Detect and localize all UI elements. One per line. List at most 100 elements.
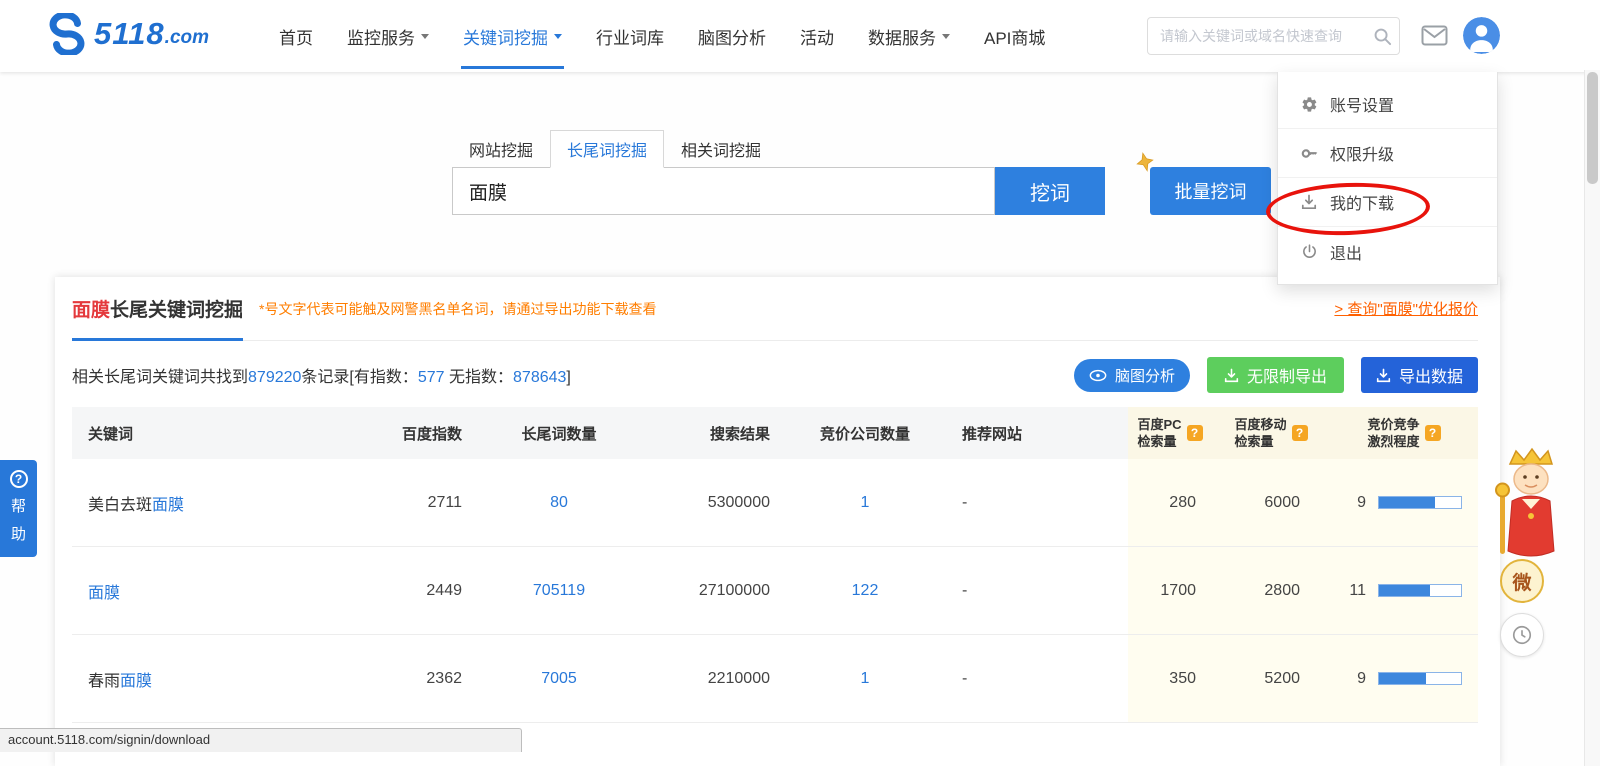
user-avatar[interactable] [1463,17,1500,54]
mining-tabs: 网站挖掘 长尾词挖掘 相关词挖掘 [452,130,778,168]
quick-search-input[interactable] [1148,28,1365,44]
tab-website-mining[interactable]: 网站挖掘 [452,130,550,168]
table-row: 面膜 2449 705119 27100000 122 - 1700 2800 … [72,547,1478,635]
baidu-index-value: 2711 [427,493,462,511]
keyword-link[interactable]: 面膜 [88,579,120,603]
wechat-badge[interactable]: 微 [1500,559,1544,603]
competition-value: 11 [1349,581,1366,599]
keyword-highlight: 面膜 [120,672,153,690]
keywords-table: 关键词 百度指数 长尾词数量 搜索结果 竞价公司数量 推荐网站 百度PC 检索量… [72,407,1478,723]
nav-item-home[interactable]: 首页 [262,0,330,72]
nav-item-monitoring-services[interactable]: 监控服务 [330,0,446,72]
competition-cell: 9 [1330,459,1478,546]
search-results-value: 2210000 [707,669,770,687]
help-badge-icon[interactable]: ? [1186,425,1203,441]
keyword-link[interactable]: 春雨面膜 [88,667,152,691]
export-data-button[interactable]: 导出数据 [1360,357,1478,393]
nav-item-mindmap-analysis[interactable]: 脑图分析 [681,0,783,72]
scrollbar-thumb[interactable] [1587,72,1598,184]
button-label: 脑图分析 [1114,367,1175,385]
mine-words-button[interactable]: 挖词 [995,167,1105,215]
competition-value: 9 [1357,669,1366,687]
nav-item-label: 首页 [279,28,313,48]
menu-item-account-settings[interactable]: 账号设置 [1278,80,1497,129]
results-summary: 相关长尾词关键词共找到879220条记录[有指数：577 无指数：878643] [72,363,571,387]
column-header-pc-volume: 百度PC 检索量 ? [1128,407,1212,459]
history-clock-button[interactable] [1500,613,1544,657]
nav-item-label: 脑图分析 [698,28,766,48]
summary-text: 无指数： [444,369,514,386]
page: 5118 .com 首页 监控服务 关键词挖掘 行业词库 脑图分析 活动 数据服… [0,0,1600,766]
header-line: 激烈程度 [1367,434,1420,449]
bidding-companies-link[interactable]: 122 [852,582,879,600]
scrollbar[interactable] [1584,70,1600,766]
mascot-image[interactable] [1492,446,1556,562]
mindmap-icon [1089,369,1107,382]
mail-icon[interactable] [1421,25,1448,46]
top-navbar: 5118 .com 首页 监控服务 关键词挖掘 行业词库 脑图分析 活动 数据服… [0,0,1600,72]
nav-item-data-services[interactable]: 数据服务 [851,0,967,72]
nav-item-label: 数据服务 [868,28,936,48]
search-results-value: 5300000 [707,493,770,511]
button-label: 无限制导出 [1246,369,1327,386]
help-badge-icon[interactable]: ? [1424,425,1441,441]
nav-item-activities[interactable]: 活动 [783,0,851,72]
longtail-count-link[interactable]: 80 [550,494,568,512]
panel-actions: 脑图分析 无限制导出 导出数据 [1073,357,1478,393]
clock-icon [1511,624,1533,646]
nav-item-label: API商城 [984,28,1046,48]
quick-search [1147,17,1400,55]
keyword-highlight: 面膜 [88,584,121,602]
search-icon[interactable] [1365,27,1399,46]
results-panel: 面膜 长尾关键词挖掘 *号文字代表可能触及网警黑名单名词，请通过导出功能下载查看… [55,277,1500,766]
key-icon [1300,145,1318,162]
download-icon [1300,194,1318,210]
total-records-count: 879220 [248,369,302,386]
logo[interactable]: 5118 .com [46,13,209,55]
help-badge-icon[interactable]: ? [1291,425,1308,441]
chevron-down-icon [421,33,429,39]
menu-item-my-downloads[interactable]: 我的下载 [1278,178,1497,227]
keyword-input[interactable] [452,167,995,215]
chevron-down-icon [942,33,950,39]
gear-icon [1300,96,1318,113]
tab-related-mining[interactable]: 相关词挖掘 [664,130,778,168]
logo-suffix: .com [164,27,210,48]
menu-item-label: 退出 [1330,245,1363,263]
nav-item-api-mall[interactable]: API商城 [967,0,1062,72]
header-line: 百度PC [1137,417,1182,432]
tab-longtail-mining[interactable]: 长尾词挖掘 [550,130,665,168]
header-line: 竞价竞争 [1367,417,1420,432]
table-row: 春雨面膜 2362 7005 2210000 1 - 350 5200 9 [72,635,1478,723]
batch-mine-button[interactable]: 批量挖词 [1150,167,1271,215]
longtail-count-link[interactable]: 7005 [541,670,577,688]
keyword-prefix: 春雨 [88,672,121,690]
menu-item-logout[interactable]: 退出 [1278,227,1497,276]
menu-item-label: 权限升级 [1330,147,1395,164]
column-header-search-results: 搜索结果 [709,425,770,443]
menu-item-permission-upgrade[interactable]: 权限升级 [1278,129,1497,178]
menu-item-label: 我的下载 [1330,196,1395,213]
bidding-companies-link[interactable]: 1 [861,670,870,688]
unlimited-export-button[interactable]: 无限制导出 [1206,357,1344,393]
quote-price-link[interactable]: > 查询"面膜"优化报价 [1334,298,1478,319]
mindmap-analysis-button[interactable]: 脑图分析 [1073,358,1190,392]
nav-item-keyword-mining[interactable]: 关键词挖掘 [446,0,579,72]
question-icon: ? [9,470,28,488]
mobile-volume-value: 6000 [1212,459,1330,546]
recommended-site-value: - [962,581,968,599]
power-icon [1300,243,1318,260]
logo-text: 5118 [94,16,165,51]
header-line: 检索量 [1137,434,1177,449]
logo-icon [46,13,88,55]
competition-cell: 11 [1330,547,1478,634]
download-icon [1224,368,1239,383]
longtail-count-link[interactable]: 705119 [533,582,585,600]
keyword-link[interactable]: 美白去斑面膜 [88,491,184,515]
main-nav: 首页 监控服务 关键词挖掘 行业词库 脑图分析 活动 数据服务 API商城 [262,0,1062,72]
column-header-mobile-volume: 百度移动 检索量 ? [1212,407,1330,459]
bidding-companies-link[interactable]: 1 [861,494,870,512]
help-widget[interactable]: ? 帮 助 [0,460,37,557]
nav-item-industry-thesaurus[interactable]: 行业词库 [579,0,681,72]
header-line: 百度移动 [1234,417,1287,432]
